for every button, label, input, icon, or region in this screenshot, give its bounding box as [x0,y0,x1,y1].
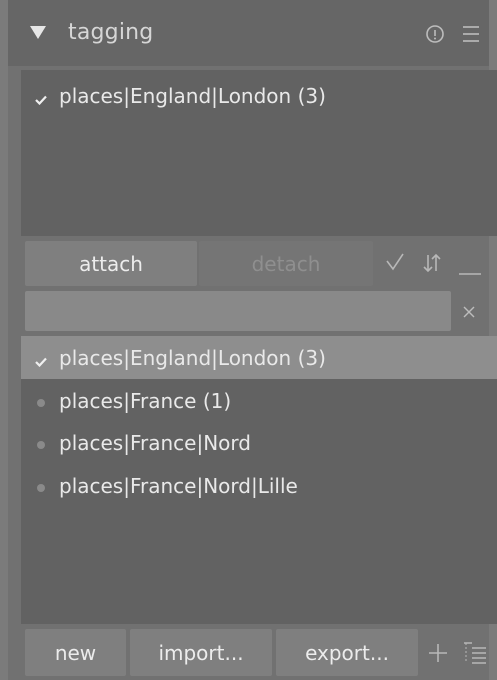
new-tag-button[interactable]: new [25,629,126,676]
export-button[interactable]: export... [276,629,418,676]
info-icon[interactable] [425,24,445,48]
tag-label: places|France (1) [59,389,232,413]
toggle-check-icon[interactable] [385,252,405,276]
tag-search-input[interactable] [25,291,451,331]
import-button[interactable]: import... [130,629,272,676]
clear-search-icon[interactable] [463,303,475,322]
attached-tags-list[interactable]: places|England|London (3) [21,70,497,236]
unchecked-dot-icon [37,399,45,407]
check-icon [35,352,47,371]
module-header[interactable]: tagging [8,0,489,66]
unchecked-dot-icon [37,441,45,449]
check-icon [35,90,47,109]
menu-icon[interactable] [462,25,480,47]
plus-icon[interactable] [428,643,448,667]
sort-icon[interactable] [421,252,443,278]
unchecked-dot-icon [37,484,45,492]
tag-dictionary-list[interactable]: places|England|London (3) places|France … [21,336,497,624]
tag-label: places|England|London (3) [59,346,326,370]
attach-button[interactable]: attach [25,241,197,286]
module-title: tagging [68,20,154,45]
detach-button[interactable]: detach [199,241,373,286]
tag-label: places|France|Nord|Lille [59,474,298,498]
tree-view-icon[interactable] [464,641,486,669]
tagging-module: tagging places|England|London (3) attach… [8,0,497,680]
tag-label: places|France|Nord [59,431,251,455]
tag-label: places|England|London (3) [59,84,326,108]
hide-icon[interactable] [459,261,481,280]
expand-triangle-icon[interactable] [30,25,46,44]
